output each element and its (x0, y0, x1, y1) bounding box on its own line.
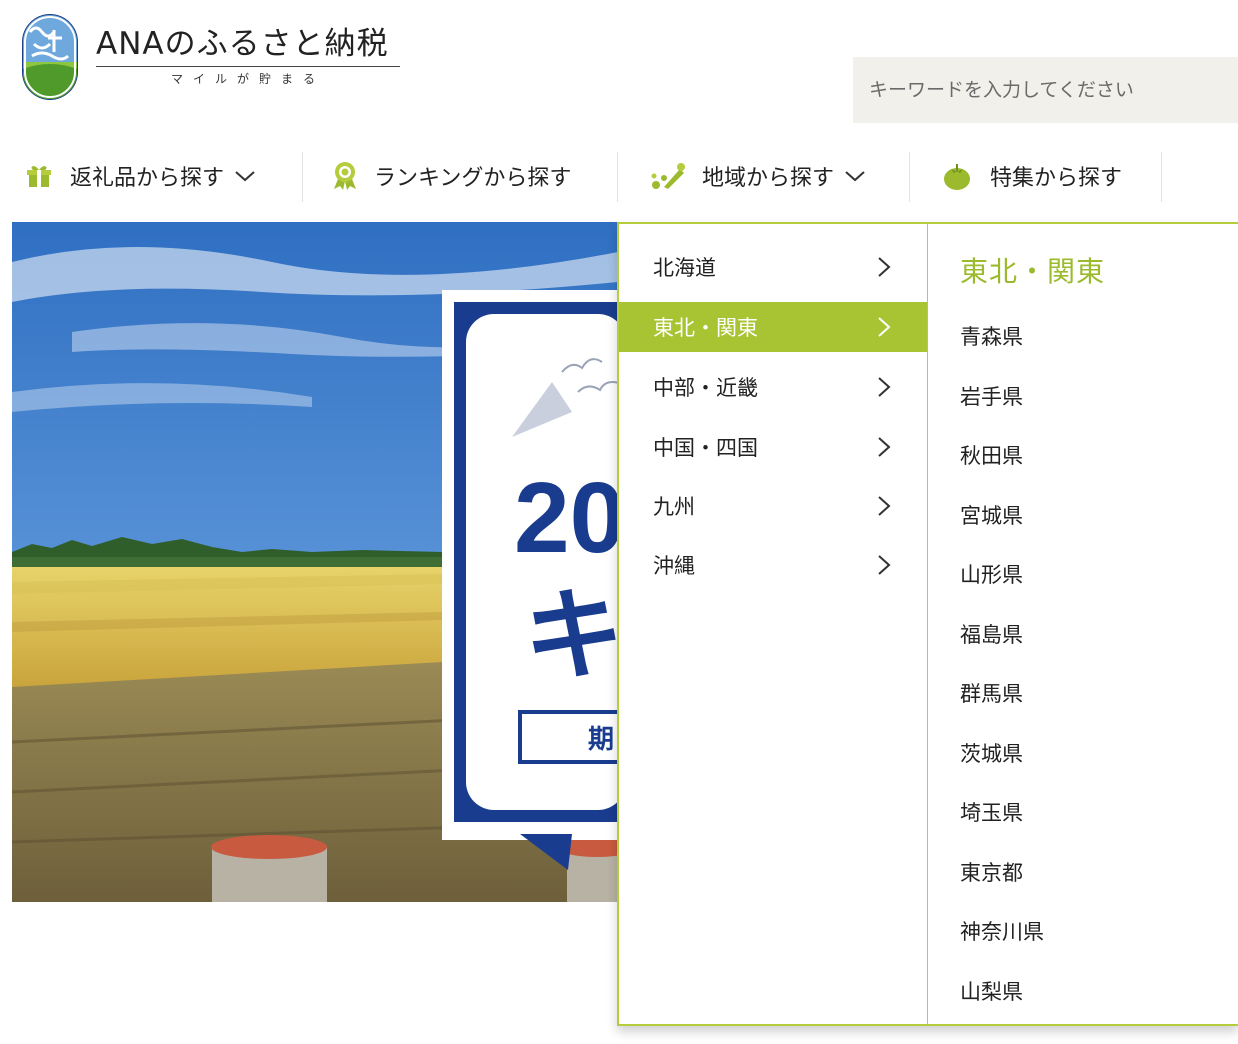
chevron-down-icon (845, 171, 865, 182)
map-pin-icon (651, 163, 685, 189)
region-item-tohoku-kanto[interactable]: 東北・関東 (619, 302, 927, 352)
region-label: 中国・四国 (653, 436, 758, 460)
nav-label-gifts: 返礼品から探す (70, 166, 225, 191)
nav-divider (617, 152, 618, 202)
chevron-down-icon (235, 171, 255, 182)
region-item-chugoku-shikoku[interactable]: 中国・四国 (619, 422, 927, 472)
chevron-right-icon (878, 377, 891, 397)
logo-badge-icon (22, 14, 78, 100)
site-logo[interactable]: ANAのふるさと納税 マイルが貯まる (20, 12, 420, 107)
banner-period-text: 期 (588, 725, 614, 755)
search-input[interactable] (853, 57, 1238, 123)
nav-label-ranking: ランキングから探す (374, 166, 572, 191)
region-item-hokkaido[interactable]: 北海道 (619, 242, 927, 292)
prefecture-link[interactable]: 秋田県 (960, 440, 1023, 470)
chevron-right-icon (878, 555, 891, 575)
region-label: 中部・近畿 (653, 376, 758, 400)
prefecture-list: 東北・関東 青森県 岩手県 秋田県 宮城県 山形県 福島県 群馬県 茨城県 埼玉… (928, 224, 1238, 1024)
hero-banner[interactable]: 20 キ 期 (12, 222, 618, 902)
region-label: 沖縄 (653, 554, 695, 578)
banner-year-text: 20 (514, 462, 618, 574)
prefecture-link[interactable]: 山形県 (960, 559, 1023, 589)
prefecture-link[interactable]: 東京都 (960, 857, 1023, 887)
hero-image: 20 キ 期 (12, 222, 618, 902)
nav-item-features[interactable]: 特集から探す (942, 150, 1122, 202)
prefecture-link[interactable]: 青森県 (960, 321, 1023, 351)
region-item-kyushu[interactable]: 九州 (619, 481, 927, 531)
banner-campaign-text: キ (524, 577, 618, 694)
nav-divider (1161, 152, 1162, 202)
prefecture-link[interactable]: 福島県 (960, 619, 1023, 649)
gift-icon (27, 166, 51, 187)
nav-label-features: 特集から探す (990, 166, 1123, 191)
logo-underline (96, 66, 400, 67)
global-nav: 返礼品から探す ランキングから探す 地域から探す 特集から探す (0, 150, 1238, 202)
region-label: 北海道 (653, 256, 716, 280)
nav-label-region: 地域から探す (702, 166, 835, 191)
region-dropdown-menu: 北海道 東北・関東 中部・近畿 中国・四国 九州 沖縄 東北・関東 青森県 岩手… (617, 222, 1238, 1026)
chevron-right-icon (878, 257, 891, 277)
chevron-right-icon (878, 437, 891, 457)
tomato-icon (944, 164, 970, 190)
region-label: 東北・関東 (653, 316, 758, 340)
nav-divider (909, 152, 910, 202)
nav-item-region[interactable]: 地域から探す (650, 150, 866, 202)
prefecture-link[interactable]: 神奈川県 (960, 916, 1044, 946)
logo-subtitle: マイルが貯まる (170, 72, 325, 86)
region-item-okinawa[interactable]: 沖縄 (619, 540, 927, 590)
region-label: 九州 (653, 495, 695, 519)
nav-divider (302, 152, 303, 202)
nav-item-gifts[interactable]: 返礼品から探す (26, 150, 256, 202)
chevron-right-icon (878, 496, 891, 516)
selected-region-heading: 東北・関東 (960, 255, 1106, 288)
region-list: 北海道 東北・関東 中部・近畿 中国・四国 九州 沖縄 (619, 224, 927, 1024)
region-item-chubu-kinki[interactable]: 中部・近畿 (619, 362, 927, 412)
prefecture-link[interactable]: 岩手県 (960, 381, 1023, 411)
prefecture-link[interactable]: 埼玉県 (960, 797, 1023, 827)
chevron-right-icon (878, 317, 891, 337)
prefecture-link[interactable]: 茨城県 (960, 738, 1023, 768)
prefecture-link[interactable]: 山梨県 (960, 976, 1023, 1006)
nav-item-ranking[interactable]: ランキングから探す (330, 150, 571, 202)
prefecture-link[interactable]: 群馬県 (960, 678, 1023, 708)
ranking-medal-icon (334, 162, 356, 190)
prefecture-link[interactable]: 宮城県 (960, 500, 1023, 530)
logo-title: ANAのふるさと納税 (96, 26, 389, 62)
